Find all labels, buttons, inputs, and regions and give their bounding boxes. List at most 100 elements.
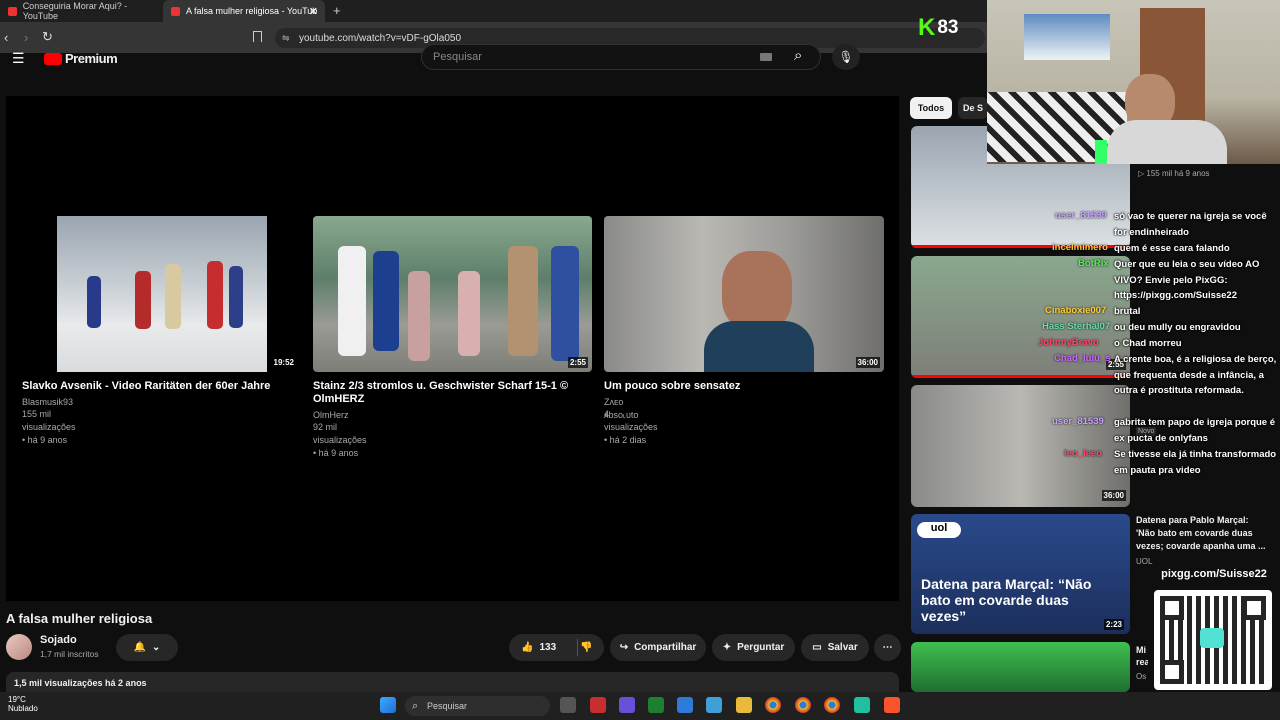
video-meta: 155 mil visualizações • há 9 anos bbox=[22, 409, 76, 445]
duration-badge: 36:00 bbox=[1101, 490, 1126, 501]
more-icon: ⋯ bbox=[882, 642, 893, 653]
youtube-logo-icon bbox=[44, 52, 62, 65]
video-thumbnail[interactable]: 36:00 bbox=[604, 216, 884, 372]
streamer-shirt bbox=[1107, 120, 1227, 164]
video-title[interactable]: Um pouco sobre sensatez bbox=[604, 380, 879, 393]
sparkle-icon: ✦ bbox=[722, 642, 732, 653]
video-thumbnail[interactable]: 19:52 bbox=[22, 216, 298, 372]
taskbar-search[interactable]: ⌕ Pesquisar bbox=[405, 696, 550, 716]
sidebar-video-title[interactable]: Datena para Pablo Marçal: 'Não bato em c… bbox=[1136, 514, 1266, 553]
dislike-icon[interactable]: 👎 bbox=[580, 642, 592, 653]
mic-icon: 🎙 bbox=[838, 50, 854, 64]
chrome-icon[interactable] bbox=[795, 697, 811, 713]
wall-painting bbox=[1024, 14, 1110, 60]
taskbar-search-label: Pesquisar bbox=[427, 701, 468, 711]
share-button[interactable]: ↪ Compartilhar bbox=[610, 634, 706, 661]
youtube-logo[interactable]: Premium bbox=[44, 51, 118, 66]
like-icon[interactable]: 👍 bbox=[521, 642, 533, 653]
subscriber-count: 1,7 mil inscritos bbox=[40, 649, 99, 659]
chat-username: Chad_lulu_s bbox=[1054, 353, 1111, 364]
task-view-icon[interactable] bbox=[560, 697, 576, 713]
duration-badge: 36:00 bbox=[855, 357, 880, 368]
ask-label: Perguntar bbox=[737, 642, 785, 653]
bell-icon: 🔔 bbox=[133, 642, 147, 653]
sidebar-channel[interactable]: Os bbox=[1136, 672, 1146, 681]
chat-text: só vao te querer na igreja se você for e… bbox=[1114, 211, 1267, 238]
chat-text: A crente boa, é a religiosa de berço, qu… bbox=[1114, 354, 1277, 397]
video-title[interactable]: Slavko Avsenik - Video Raritäten der 60e… bbox=[22, 380, 292, 393]
xbox-icon[interactable] bbox=[648, 697, 664, 713]
voice-search-button[interactable]: 🎙 bbox=[832, 44, 860, 70]
search-icon[interactable]: ⌕ bbox=[794, 47, 802, 64]
weather-widget[interactable]: 19°C Nublado bbox=[8, 695, 38, 713]
ask-button[interactable]: ✦ Perguntar bbox=[712, 634, 795, 661]
app-icon[interactable] bbox=[619, 697, 635, 713]
chrome-icon[interactable] bbox=[765, 697, 781, 713]
sidebar-channel[interactable]: UOL bbox=[1136, 557, 1152, 566]
share-icon: ↪ bbox=[619, 642, 629, 653]
search-placeholder: Pesquisar bbox=[433, 51, 482, 63]
search-icon: ⌕ bbox=[412, 699, 419, 712]
channel-name[interactable]: Sojado bbox=[40, 634, 77, 646]
like-count[interactable]: 133 bbox=[539, 642, 556, 653]
viewer-count: 83 bbox=[937, 17, 959, 38]
logo-text: Premium bbox=[65, 51, 118, 66]
bookmark-icon[interactable] bbox=[253, 31, 262, 42]
chat-text: gabrita tem papo de igreja porque é ex p… bbox=[1114, 417, 1276, 444]
close-icon[interactable]: ✕ bbox=[309, 5, 318, 18]
keyboard-icon[interactable] bbox=[760, 53, 772, 61]
kick-logo: K bbox=[918, 14, 936, 41]
save-button[interactable]: ▭ Salvar bbox=[801, 634, 869, 661]
weather-desc: Nublado bbox=[8, 704, 38, 713]
forward-icon[interactable]: › bbox=[24, 30, 28, 45]
webcam-overlay bbox=[987, 0, 1280, 164]
new-tab-icon[interactable]: + bbox=[333, 3, 341, 18]
url-text: youtube.com/watch?v=vDF-gOla050 bbox=[299, 32, 462, 44]
chat-username: user_81539 bbox=[1052, 416, 1104, 427]
chat-message: gabrita tem papo de igreja porque é ex p… bbox=[1114, 415, 1280, 446]
sidebar-thumbnail-3[interactable]: 36:00 bbox=[911, 385, 1130, 507]
browser-tab-bar: Conseguiria Morar Aqui? - YouTube A fals… bbox=[0, 0, 987, 22]
app-icon[interactable] bbox=[854, 697, 870, 713]
chip-from-series[interactable]: De S bbox=[958, 97, 988, 119]
chat-username: BotRix bbox=[1078, 258, 1109, 269]
chip-label: De S bbox=[962, 103, 983, 113]
app-icon[interactable] bbox=[590, 697, 606, 713]
chat-username: JohnnyBravo bbox=[1038, 337, 1099, 348]
windows-start-icon[interactable] bbox=[380, 697, 396, 713]
chat-message: só vao te querer na igreja se você for e… bbox=[1114, 209, 1280, 240]
uol-logo: uol bbox=[917, 522, 961, 538]
brave-icon[interactable] bbox=[884, 697, 900, 713]
more-actions-button[interactable]: ⋯ bbox=[874, 634, 901, 661]
video-thumbnail[interactable]: 2:55 bbox=[313, 216, 592, 372]
pix-url: pixgg.com/Suisse22 bbox=[1161, 568, 1267, 580]
sidebar-thumbnail-5[interactable] bbox=[911, 642, 1130, 692]
tab-label: A falsa mulher religiosa - YouTub bbox=[186, 6, 318, 16]
tab-2[interactable]: A falsa mulher religiosa - YouTub ✕ bbox=[163, 0, 325, 22]
share-label: Compartilhar bbox=[634, 642, 697, 653]
subscribe-button[interactable]: 🔔 ⌄ bbox=[116, 634, 178, 661]
menu-icon[interactable]: ☰ bbox=[12, 50, 25, 67]
duration-badge: 2:23 bbox=[1103, 619, 1124, 630]
video-title[interactable]: Stainz 2/3 stromlos u. Geschwister Schar… bbox=[313, 380, 588, 406]
avatar[interactable] bbox=[6, 634, 32, 660]
sidebar-thumbnail-4[interactable]: uol Datena para Marçal: “Não bato em cov… bbox=[911, 514, 1130, 634]
tab-1[interactable]: Conseguiria Morar Aqui? - YouTube bbox=[0, 0, 160, 22]
chat-text: quem é esse cara falando bbox=[1114, 243, 1230, 254]
description-box[interactable]: 1,5 mil visualizações há 2 anos bbox=[6, 672, 899, 692]
sidebar-meta-1: ▷ 155 mil há 9 anos bbox=[1138, 169, 1210, 178]
reload-icon[interactable]: ↻ bbox=[42, 29, 53, 45]
back-icon[interactable]: ‹ bbox=[4, 30, 8, 45]
windows-taskbar bbox=[0, 692, 1280, 720]
site-info-icon[interactable]: ⇋ bbox=[282, 33, 290, 44]
chat-text: brutal bbox=[1114, 306, 1141, 317]
chat-username: Cinaboxie007 bbox=[1045, 305, 1107, 316]
notes-icon[interactable] bbox=[677, 697, 693, 713]
file-explorer-icon[interactable] bbox=[736, 697, 752, 713]
chrome-icon[interactable] bbox=[824, 697, 840, 713]
app-icon[interactable] bbox=[706, 697, 722, 713]
chat-text: Quer que eu leia o seu vídeo AO VIVO? En… bbox=[1114, 259, 1260, 302]
search-input[interactable]: Pesquisar bbox=[421, 44, 821, 70]
video-meta: 92 mil visualizações • há 9 anos bbox=[313, 422, 367, 458]
chip-all[interactable]: Todos bbox=[910, 97, 952, 119]
